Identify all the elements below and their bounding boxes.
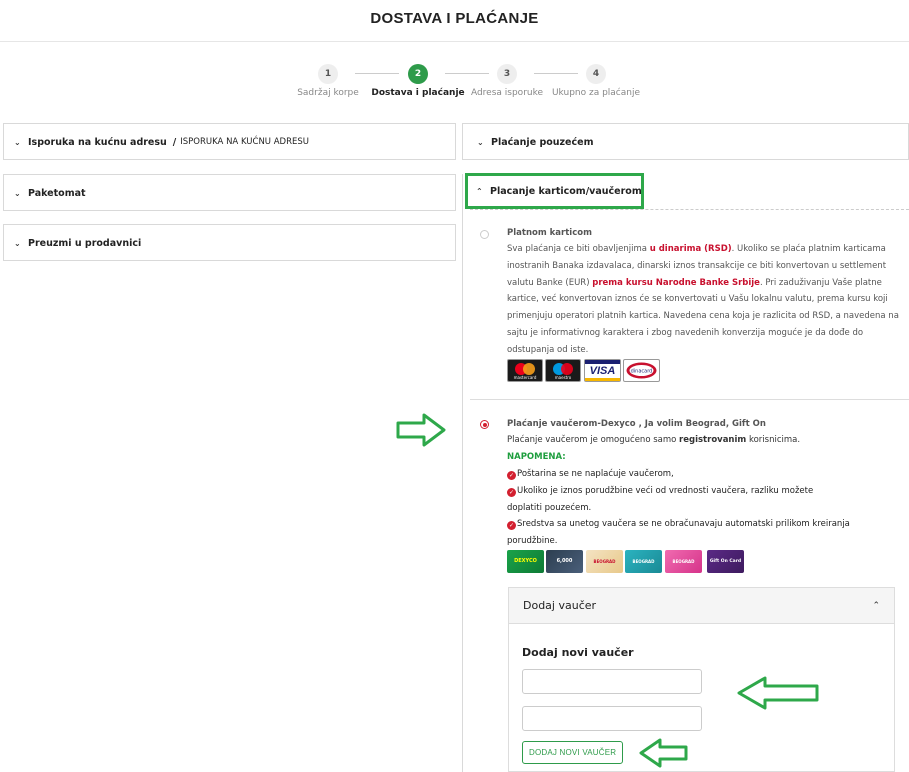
delivery-home-sublabel: ISPORUKA NA KUĆNU ADRESU xyxy=(180,137,309,147)
voucher-image: BEOGRAD xyxy=(625,550,662,573)
voucher-image-text: BEOGRAD xyxy=(632,559,655,564)
voucher-image: 6,000 xyxy=(546,550,583,573)
step-3[interactable]: 3 Adresa isporuke xyxy=(457,64,557,98)
svg-text:dinacard: dinacard xyxy=(631,369,653,375)
delivery-paketomat-accordion[interactable]: ⌄ Paketomat xyxy=(3,174,456,211)
dexyco-voucher-image: DEXYCO xyxy=(507,550,544,573)
voucher-note-text: Ukoliko je iznos porudžbine veći od vred… xyxy=(507,486,814,513)
voucher-description: Plaćanje vaučerom je omogućeno samo regi… xyxy=(507,432,899,449)
visa-logo: VISA xyxy=(584,359,621,382)
checkout-steps: 1 Sadržaj korpe 2 Dostava i plaćanje 3 A… xyxy=(0,64,909,104)
arrow-left-icon xyxy=(639,738,688,768)
voucher-note-text: Sredstva sa unetog vaučera se ne obračun… xyxy=(507,519,850,546)
arrow-right-icon xyxy=(396,413,446,447)
add-voucher-title: Dodaj vaučer xyxy=(523,599,597,612)
voucher-image-text: BEOGRAD xyxy=(672,559,695,564)
voucher-image-text: Gift On Card xyxy=(709,559,742,564)
voucher-image: BEOGRAD xyxy=(586,550,623,573)
chevron-down-icon: ⌄ xyxy=(14,188,21,198)
delivery-store-label: Preuzmi u prodavnici xyxy=(28,237,142,249)
check-circle-icon: ✓ xyxy=(507,521,516,530)
card-description: Sva plaćanja ce biti obavljenjima u dina… xyxy=(507,241,899,359)
check-circle-icon: ✓ xyxy=(507,471,516,480)
card-text: . Pri zaduživanju Vaše platne kartice, v… xyxy=(507,277,899,355)
step-4[interactable]: 4 Ukupno za plaćanje xyxy=(546,64,646,98)
add-new-voucher-subtitle: Dodaj novi vaučer xyxy=(522,646,634,659)
step-label: Sadržaj korpe xyxy=(297,88,359,98)
voucher-note-text: Poštarina se ne naplaćuje vaučerom, xyxy=(517,469,674,479)
gift-on-voucher-image: Gift On Card xyxy=(707,550,744,573)
step-number: 3 xyxy=(497,64,517,84)
delivery-paketomat-label: Paketomat xyxy=(28,187,86,199)
card-text-highlight: prema kursu Narodne Banke Srbije xyxy=(592,277,760,288)
delivery-home-label: Isporuka na kućnu adresu xyxy=(28,136,167,148)
card-text: Sva plaćanja ce biti obavljenjima xyxy=(507,244,650,254)
maestro-logo: maestro xyxy=(545,359,581,382)
voucher-text-bold: registrovanim xyxy=(679,435,747,445)
voucher-radio[interactable] xyxy=(480,420,489,429)
chevron-down-icon: ⌄ xyxy=(477,137,484,147)
voucher-text: korisnicima. xyxy=(746,435,801,445)
step-number: 2 xyxy=(408,64,428,84)
divider xyxy=(470,209,909,210)
step-2[interactable]: 2 Dostava i plaćanje xyxy=(368,64,468,98)
step-label: Dostava i plaćanje xyxy=(371,88,465,98)
step-label: Ukupno za plaćanje xyxy=(551,88,641,98)
chevron-down-icon: ⌄ xyxy=(14,238,21,248)
page-title: DOSTAVA I PLAĆANJE xyxy=(0,0,909,42)
card-radio[interactable] xyxy=(480,230,489,239)
card-text-highlight: u dinarima (RSD) xyxy=(649,244,732,254)
step-number: 1 xyxy=(318,64,338,84)
visa-text: VISA xyxy=(589,365,616,377)
voucher-pin-input[interactable] xyxy=(522,706,702,731)
voucher-image-text: 6,000 xyxy=(556,558,573,564)
dinacard-logo: dinacard xyxy=(623,359,660,382)
chevron-down-icon: ⌄ xyxy=(14,137,21,147)
voucher-note-item: ✓ Poštarina se ne naplaćuje vaučerom, xyxy=(507,466,867,483)
voucher-image-text: DEXYCO xyxy=(514,558,537,564)
divider xyxy=(470,399,909,400)
add-new-voucher-button[interactable]: DODAJ NOVI VAUČER xyxy=(522,741,624,764)
arrow-left-icon xyxy=(737,676,819,710)
add-voucher-header[interactable]: Dodaj vaučer ⌃ xyxy=(509,588,894,624)
delivery-store-accordion[interactable]: ⌄ Preuzmi u prodavnici xyxy=(3,224,456,261)
voucher-option-title: Plaćanje vaučerom-Dexyco , Ja volim Beog… xyxy=(507,419,766,429)
step-1[interactable]: 1 Sadržaj korpe xyxy=(278,64,378,98)
delivery-home-accordion[interactable]: ⌄ Isporuka na kućnu adresu / ISPORUKA NA… xyxy=(3,123,456,160)
svg-text:maestro: maestro xyxy=(555,375,572,380)
voucher-note-label: NAPOMENA: xyxy=(507,452,566,462)
payment-cod-label: Plaćanje pouzećem xyxy=(491,136,594,148)
payment-cod-accordion[interactable]: ⌄ Plaćanje pouzećem xyxy=(462,123,909,160)
voucher-text: Plaćanje vaučerom je omogućeno samo xyxy=(507,435,680,445)
check-circle-icon: ✓ xyxy=(507,488,516,497)
voucher-code-input[interactable] xyxy=(522,669,702,694)
step-label: Adresa isporuke xyxy=(470,88,544,98)
voucher-note-item: ✓ Sredstva sa unetog vaučera se ne obraču… xyxy=(507,516,877,550)
svg-text:mastercard: mastercard xyxy=(514,375,537,380)
voucher-note-item: ✓ Ukoliko je iznos porudžbine veći od vre… xyxy=(507,483,837,517)
card-option-title: Platnom karticom xyxy=(507,228,592,238)
delivery-home-separator: / xyxy=(172,136,177,148)
highlight-box xyxy=(465,173,644,209)
voucher-image: BEOGRAD xyxy=(665,550,702,573)
step-number: 4 xyxy=(586,64,606,84)
voucher-image-text: BEOGRAD xyxy=(593,559,616,564)
add-voucher-panel: Dodaj vaučer ⌃ Dodaj novi vaučer DODAJ N… xyxy=(508,587,895,772)
mastercard-logo: mastercard xyxy=(507,359,543,382)
chevron-up-icon: ⌃ xyxy=(872,600,880,611)
